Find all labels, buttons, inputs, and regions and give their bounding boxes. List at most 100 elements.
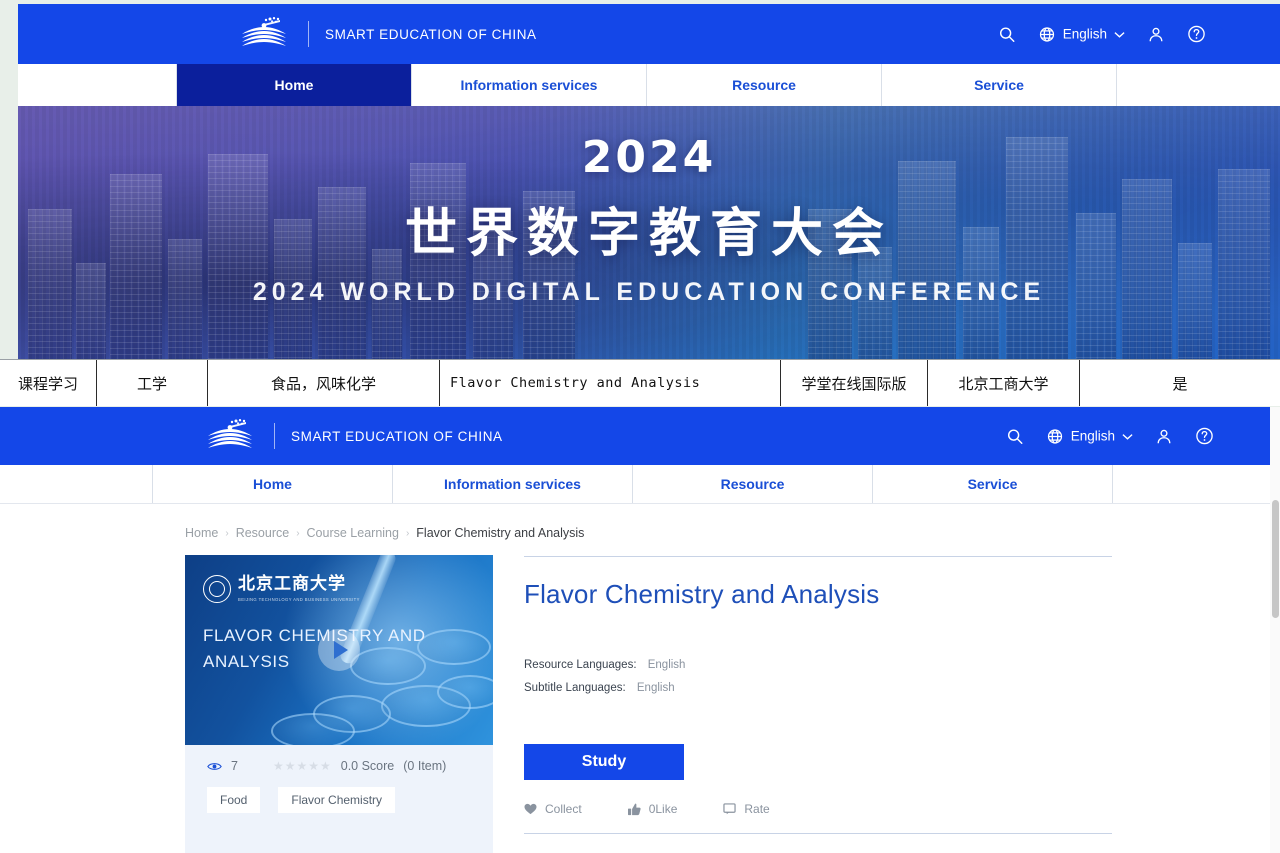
like-button[interactable]: 0Like [627,802,677,816]
conference-banner: 2024 世界数字教育大会 2024 WORLD DIGITAL EDUCATI… [18,106,1280,359]
page-nav-left-spacer [0,465,153,503]
page-nav-right-spacer [1113,465,1280,503]
help-circle-icon[interactable] [1187,25,1206,44]
sheet-cell-platform[interactable]: 学堂在线国际版 [781,360,928,406]
language-selector[interactable]: English [1046,427,1133,445]
globe-icon [1038,25,1056,43]
main-nav: Home Information services Resource Servi… [18,64,1280,106]
detail-value: English [636,682,675,694]
university-logo: 北京工商大学 BEIJING TECHNOLOGY AND BUSINESS U… [203,575,360,603]
detail-label: Resource Languages: [524,659,637,671]
breadcrumb-separator: › [405,527,410,539]
course-video-thumbnail[interactable]: 北京工商大学 BEIJING TECHNOLOGY AND BUSINESS U… [185,555,493,745]
heart-icon [524,803,537,815]
detail-subtitle-languages: Subtitle Languages: English [524,677,1112,700]
course-actions: Collect 0Like Rate [524,802,1112,816]
search-icon[interactable] [1006,427,1024,445]
sheet-cell-category[interactable]: 课程学习 [0,360,97,406]
rating-item-count: (0 Item) [403,759,447,773]
nav-item-home[interactable]: Home [177,64,412,106]
rating-score: 0.0 Score [340,759,395,773]
page-nav: Home Information services Resource Servi… [0,465,1280,504]
brand-name: SMART EDUCATION OF CHINA [291,428,503,444]
banner-year: 2024 [581,132,717,183]
sheet-cell-subject[interactable]: 食品，风味化学 [208,360,440,406]
globe-icon [1046,427,1064,445]
banner-title-cn: 世界数字教育大会 [404,204,893,264]
collect-button[interactable]: Collect [524,802,582,816]
open-book-logo [202,418,258,454]
language-selector[interactable]: English [1038,25,1125,43]
language-label: English [1062,26,1107,42]
page-header: SMART EDUCATION OF CHINA English [0,407,1280,465]
collect-label: Collect [545,802,582,816]
page-nav-item-information-services[interactable]: Information services [393,465,633,503]
nav-label: Information services [460,77,598,93]
breadcrumb-item-resource[interactable]: Resource [236,526,290,540]
language-label: English [1070,428,1115,444]
play-icon[interactable] [318,629,360,671]
breadcrumb-item-course-learning[interactable]: Course Learning [307,526,399,540]
rate-button[interactable]: Rate [723,802,770,816]
breadcrumb-separator: › [225,527,229,539]
page-header-tools: English [1006,427,1214,446]
breadcrumb: Home › Resource › Course Learning › Flav… [185,526,584,540]
page-body: Home › Resource › Course Learning › Flav… [0,504,1280,853]
nav-item-resource[interactable]: Resource [647,64,882,106]
detail-value: English [647,659,686,671]
breadcrumb-item-home[interactable]: Home [185,526,218,540]
detail-label: Subtitle Languages: [524,682,626,694]
page-nav-item-home[interactable]: Home [153,465,393,503]
nav-item-service[interactable]: Service [882,64,1117,106]
page-scrollbar[interactable] [1270,407,1280,853]
search-icon[interactable] [998,25,1016,43]
course-stats: 7 ★★★★★ 0.0 Score (0 Item) [185,745,493,773]
user-icon[interactable] [1147,25,1165,43]
banner-text-block: 2024 世界数字教育大会 2024 WORLD DIGITAL EDUCATI… [18,132,1280,307]
help-circle-icon[interactable] [1195,427,1214,446]
study-button[interactable]: Study [524,744,684,780]
sheet-cell-discipline[interactable]: 工学 [97,360,208,406]
nav-label: Information services [444,476,581,492]
site-header: SMART EDUCATION OF CHINA English [18,4,1280,64]
breadcrumb-current: Flavor Chemistry and Analysis [416,526,585,540]
banner-title-en: 2024 WORLD DIGITAL EDUCATION CONFERENCE [252,278,1046,306]
user-icon[interactable] [1155,427,1173,445]
tag-food[interactable]: Food [207,787,261,813]
sheet-cell-university[interactable]: 北京工商大学 [928,360,1080,406]
spreadsheet-row: 课程学习 工学 食品，风味化学 Flavor Chemistry and Ana… [0,360,1280,406]
brand-name: SMART EDUCATION OF CHINA [325,26,537,42]
sheet-cell-flag[interactable]: 是 [1080,360,1280,406]
chevron-down-icon [1122,432,1133,440]
header-tools: English [998,25,1206,44]
university-name-en: BEIJING TECHNOLOGY AND BUSINESS UNIVERSI… [238,597,360,602]
nav-left-spacer [18,64,177,106]
university-name-cn: 北京工商大学 [238,574,346,594]
bottom-divider [524,833,1112,834]
top-divider [524,556,1112,557]
page-nav-item-service[interactable]: Service [873,465,1113,503]
thumbs-up-icon [627,803,641,816]
rating-stars[interactable]: ★★★★★ [273,759,332,773]
tag-flavor-chemistry[interactable]: Flavor Chemistry [278,787,396,813]
site-brand[interactable]: SMART EDUCATION OF CHINA [236,16,537,52]
nav-label: Home [253,476,292,492]
eye-icon [207,761,222,772]
course-info-column: Flavor Chemistry and Analysis Resource L… [524,556,1112,853]
spreadsheet-row-strip: 课程学习 工学 食品，风味化学 Flavor Chemistry and Ana… [0,359,1280,406]
nav-label: Service [967,476,1018,492]
university-seal-icon [203,575,231,603]
embedded-screenshot-top: SMART EDUCATION OF CHINA English Home In… [18,4,1280,359]
sheet-cell-course-title[interactable]: Flavor Chemistry and Analysis [440,360,781,406]
views-count: 7 [231,759,238,773]
open-book-logo [236,16,292,52]
nav-item-information-services[interactable]: Information services [412,64,647,106]
page-brand[interactable]: SMART EDUCATION OF CHINA [202,418,503,454]
brand-divider [274,423,275,449]
comment-icon [723,803,737,815]
scrollbar-thumb[interactable] [1272,500,1279,618]
nav-label: Resource [732,77,796,93]
page-nav-item-resource[interactable]: Resource [633,465,873,503]
course-media-card: 北京工商大学 BEIJING TECHNOLOGY AND BUSINESS U… [185,555,493,853]
page-title: Flavor Chemistry and Analysis [524,579,880,609]
